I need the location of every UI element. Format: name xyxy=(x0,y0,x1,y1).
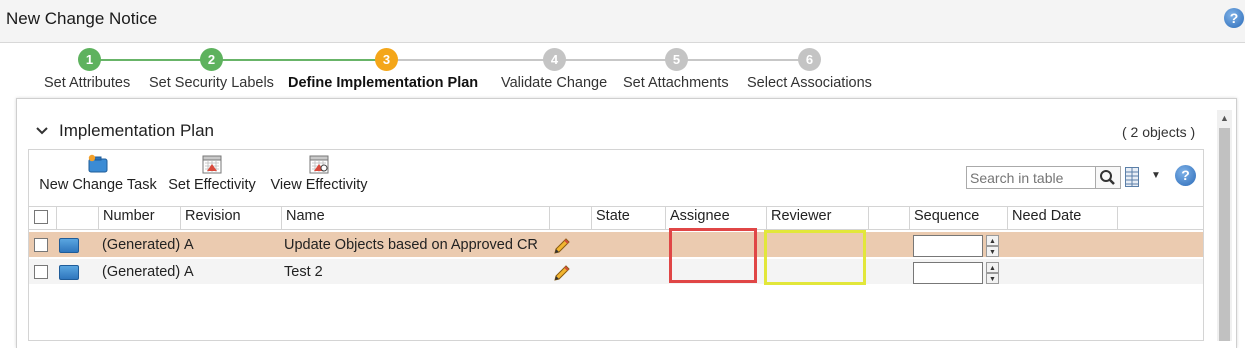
row-name[interactable]: Test 2 xyxy=(284,264,323,280)
assignee-highlight-box xyxy=(669,228,757,283)
step-connector xyxy=(555,59,677,61)
sequence-stepper[interactable]: ▲ ▼ xyxy=(986,262,999,284)
step-1-label[interactable]: Set Attributes xyxy=(44,75,130,91)
view-effectivity-label: View Effectivity xyxy=(270,177,368,193)
search-input[interactable] xyxy=(966,166,1096,189)
search-icon xyxy=(1100,170,1115,185)
step-6-label[interactable]: Select Associations xyxy=(747,75,872,91)
column-header-state[interactable]: State xyxy=(591,206,665,230)
scrollbar-thumb[interactable] xyxy=(1219,128,1230,341)
section-title: Implementation Plan xyxy=(59,121,214,140)
column-header-revision[interactable]: Revision xyxy=(180,206,281,230)
step-connector xyxy=(90,59,212,61)
view-effectivity-button[interactable]: View Effectivity xyxy=(268,150,370,202)
row-checkbox[interactable] xyxy=(34,265,48,279)
row-number: (Generated) xyxy=(102,264,181,280)
window-title: New Change Notice xyxy=(6,9,158,28)
column-header-icon xyxy=(56,206,98,230)
row-number: (Generated) xyxy=(102,237,181,253)
scroll-up-icon[interactable]: ▲ xyxy=(1218,111,1231,125)
sequence-input[interactable] xyxy=(913,262,983,284)
sequence-stepper[interactable]: ▲ ▼ xyxy=(986,235,999,257)
chevron-down-icon[interactable]: ▼ xyxy=(1151,170,1161,181)
step-connector xyxy=(677,59,810,61)
chevron-down-icon[interactable] xyxy=(36,123,48,139)
column-header-sequence[interactable]: Sequence xyxy=(909,206,1007,230)
column-header-blank xyxy=(868,206,909,230)
help-icon[interactable]: ? xyxy=(1224,8,1244,28)
step-4-indicator[interactable]: 4 xyxy=(543,48,566,71)
new-change-task-button[interactable]: New Change Task xyxy=(38,150,158,202)
row-name[interactable]: Update Objects based on Approved CR xyxy=(284,237,538,253)
column-header-filler xyxy=(1117,206,1203,230)
step-6-indicator[interactable]: 6 xyxy=(798,48,821,71)
row-revision: A xyxy=(184,264,194,280)
stepper-up-icon[interactable]: ▲ xyxy=(986,262,999,273)
table-row[interactable] xyxy=(29,259,1203,284)
stepper-up-icon[interactable]: ▲ xyxy=(986,235,999,246)
step-5-label[interactable]: Set Attachments xyxy=(623,75,729,91)
column-header-edit xyxy=(549,206,591,230)
change-task-icon xyxy=(59,265,79,280)
set-effectivity-button[interactable]: Set Effectivity xyxy=(167,150,257,202)
step-1-indicator[interactable]: 1 xyxy=(78,48,101,71)
set-effectivity-label: Set Effectivity xyxy=(168,177,256,193)
column-header-assignee[interactable]: Assignee xyxy=(665,206,766,230)
column-header-number[interactable]: Number xyxy=(98,206,180,230)
new-change-task-label: New Change Task xyxy=(39,177,157,193)
step-connector xyxy=(387,59,555,61)
edit-pencil-icon[interactable] xyxy=(552,263,572,283)
calendar-view-icon xyxy=(309,154,329,174)
column-header-reviewer[interactable]: Reviewer xyxy=(766,206,868,230)
column-header-name[interactable]: Name xyxy=(281,206,549,230)
step-3-indicator[interactable]: 3 xyxy=(375,48,398,71)
column-header-need-date[interactable]: Need Date xyxy=(1007,206,1117,230)
step-5-indicator[interactable]: 5 xyxy=(665,48,688,71)
table-view-icon[interactable] xyxy=(1125,167,1139,187)
object-count: ( 2 objects ) xyxy=(1122,124,1196,140)
reviewer-highlight-box xyxy=(764,230,866,285)
row-revision: A xyxy=(184,237,194,253)
step-connector xyxy=(212,59,387,61)
step-4-label[interactable]: Validate Change xyxy=(501,75,607,91)
change-task-icon xyxy=(59,238,79,253)
title-bar: New Change Notice xyxy=(0,0,1245,43)
search-button[interactable] xyxy=(1096,166,1121,189)
stepper-down-icon[interactable]: ▼ xyxy=(986,246,999,257)
step-2-label[interactable]: Set Security Labels xyxy=(149,75,274,91)
stepper-down-icon[interactable]: ▼ xyxy=(986,273,999,284)
edit-pencil-icon[interactable] xyxy=(552,236,572,256)
table-help-icon[interactable]: ? xyxy=(1175,165,1196,186)
step-3-label[interactable]: Define Implementation Plan xyxy=(288,75,478,91)
calendar-icon xyxy=(202,154,222,174)
table-row[interactable] xyxy=(29,232,1203,257)
new-task-icon xyxy=(88,154,108,174)
select-all-checkbox[interactable] xyxy=(34,210,48,224)
step-2-indicator[interactable]: 2 xyxy=(200,48,223,71)
row-checkbox[interactable] xyxy=(34,238,48,252)
sequence-input[interactable] xyxy=(913,235,983,257)
